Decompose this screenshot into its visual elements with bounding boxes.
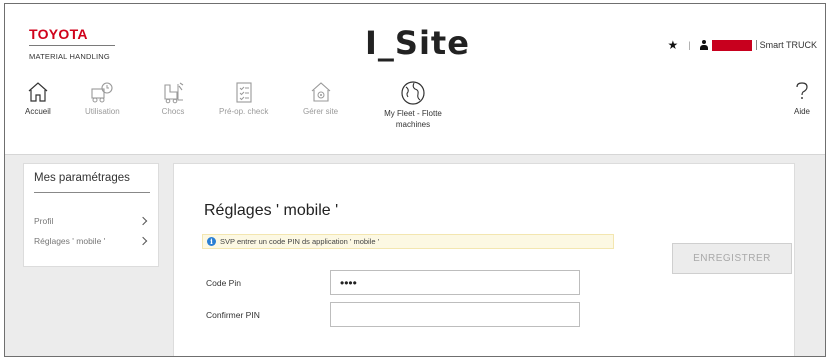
sidebar-item-label: Réglages ' mobile ' xyxy=(34,236,106,246)
confirm-pin-label: Confirmer PIN xyxy=(206,310,260,320)
brand-divider xyxy=(29,45,115,46)
app-window: TOYOTA MATERIAL HANDLING I_Site ★ | Smar… xyxy=(4,3,826,357)
user-icon[interactable] xyxy=(699,40,709,50)
nav-label: Aide xyxy=(793,107,810,116)
nav-item-gerer-site[interactable]: Gérer site xyxy=(303,80,338,117)
info-text: SVP entrer un code PIN ds application ' … xyxy=(220,237,380,246)
info-banner: i SVP entrer un code PIN ds application … xyxy=(202,234,614,249)
nav-item-my-fleet[interactable]: My Fleet - Flotte machines xyxy=(375,80,451,130)
checklist-icon xyxy=(236,82,252,103)
brand-subtitle: MATERIAL HANDLING xyxy=(29,52,110,61)
separator: | xyxy=(688,40,691,50)
page-title: Réglages ' mobile ' xyxy=(204,202,339,219)
nav-item-utilisation[interactable]: Utilisation xyxy=(85,80,120,117)
settings-panel: Réglages ' mobile ' i SVP entrer un code… xyxy=(173,163,795,356)
favorites-star-icon[interactable]: ★ xyxy=(668,38,679,52)
nav-label: Gérer site xyxy=(303,107,339,116)
user-name-redacted[interactable] xyxy=(711,39,752,51)
app-title: I_Site xyxy=(365,24,470,62)
nav-label: Accueil xyxy=(25,107,51,116)
sidebar-item-profil[interactable]: Profil xyxy=(34,216,150,226)
sidebar-item-label: Profil xyxy=(34,216,54,226)
main-nav: Accueil Utilisation Chocs Pré-op. check … xyxy=(5,80,825,150)
sidebar-title: Mes paramétrages xyxy=(34,172,130,184)
code-pin-label: Code Pin xyxy=(206,278,241,288)
sidebar-item-reglages-mobile[interactable]: Réglages ' mobile ' xyxy=(34,236,150,246)
manage-site-icon xyxy=(311,82,330,102)
globe-icon xyxy=(401,81,425,105)
nav-item-preop-check[interactable]: Pré-op. check xyxy=(219,80,268,117)
help-icon xyxy=(796,82,808,99)
nav-label: My Fleet - Flotte machines xyxy=(384,109,442,129)
chevron-right-icon xyxy=(138,236,148,246)
brand-name: TOYOTA xyxy=(29,26,88,42)
tenant-name[interactable]: Smart TRUCK xyxy=(755,40,817,50)
nav-item-aide[interactable]: Aide xyxy=(792,80,812,117)
nav-label: Utilisation xyxy=(85,107,120,116)
code-pin-input[interactable] xyxy=(330,270,580,295)
save-button[interactable]: ENREGISTRER xyxy=(672,243,792,274)
shock-icon xyxy=(164,82,184,104)
chevron-right-icon xyxy=(138,216,148,226)
utilization-icon xyxy=(91,82,113,103)
user-bar: ★ | Smart TRUCK xyxy=(668,38,817,52)
brand-logo[interactable]: TOYOTA MATERIAL HANDLING xyxy=(29,26,115,61)
content-area: Mes paramétrages Profil Réglages ' mobil… xyxy=(5,154,825,356)
confirm-pin-input[interactable] xyxy=(330,302,580,327)
header: TOYOTA MATERIAL HANDLING I_Site ★ | Smar… xyxy=(5,4,825,154)
settings-sidebar: Mes paramétrages Profil Réglages ' mobil… xyxy=(23,163,159,267)
sidebar-divider xyxy=(34,192,150,193)
nav-item-accueil[interactable]: Accueil xyxy=(25,80,51,117)
home-icon xyxy=(28,82,48,102)
info-icon: i xyxy=(207,237,216,246)
nav-label: Chocs xyxy=(161,107,185,116)
nav-item-chocs[interactable]: Chocs xyxy=(161,80,185,117)
nav-label: Pré-op. check xyxy=(219,107,269,116)
